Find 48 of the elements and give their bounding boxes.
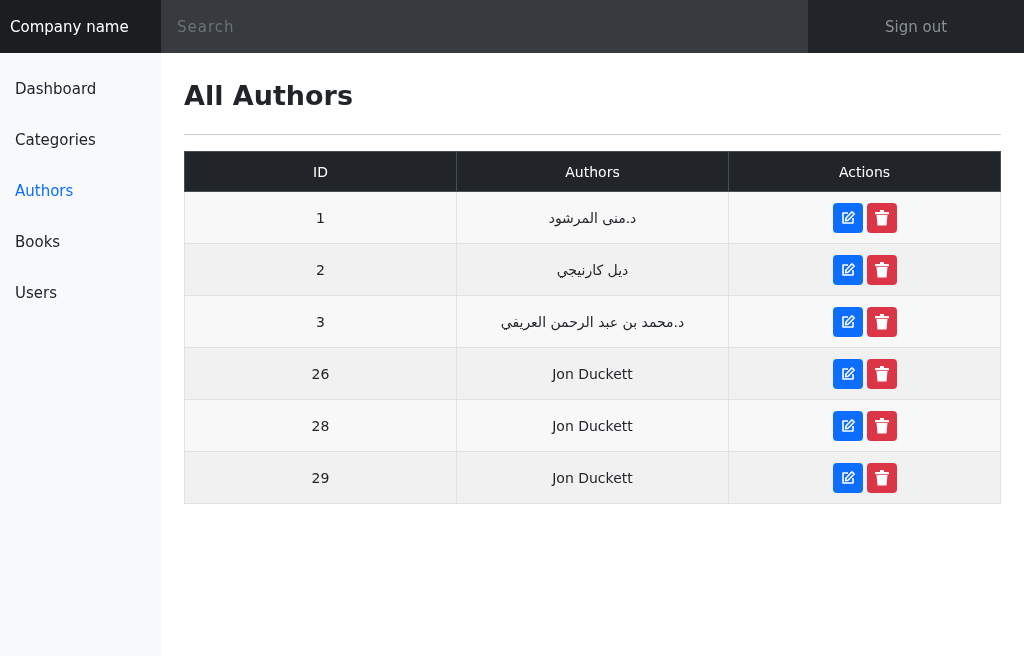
column-header: Authors bbox=[456, 151, 729, 192]
delete-button[interactable] bbox=[866, 410, 897, 441]
edit-icon bbox=[839, 469, 856, 486]
table-cell: د.منى المرشود bbox=[456, 191, 729, 244]
table-cell: ديل كارنيجي bbox=[456, 243, 729, 296]
table-cell: 2 bbox=[184, 243, 457, 296]
column-header: ID bbox=[184, 151, 457, 192]
edit-button[interactable] bbox=[832, 410, 863, 441]
search-field[interactable]: Search bbox=[161, 0, 808, 53]
edit-button[interactable] bbox=[832, 358, 863, 389]
edit-button[interactable] bbox=[832, 462, 863, 493]
table-cell: Jon Duckett bbox=[456, 451, 729, 504]
trash-icon bbox=[874, 209, 889, 226]
table-cell: Jon Duckett bbox=[456, 347, 729, 400]
column-header: Actions bbox=[728, 151, 1001, 192]
table-cell: 26 bbox=[184, 347, 457, 400]
sidebar-item[interactable]: Users bbox=[0, 268, 161, 319]
edit-icon bbox=[839, 261, 856, 278]
brand-name[interactable]: Company name bbox=[0, 0, 161, 53]
sign-out-link[interactable]: Sign out bbox=[884, 17, 948, 36]
table-cell: 28 bbox=[184, 399, 457, 452]
sidebar-item[interactable]: Authors bbox=[0, 166, 161, 217]
trash-icon bbox=[874, 365, 889, 382]
trash-icon bbox=[874, 469, 889, 486]
edit-button[interactable] bbox=[832, 254, 863, 285]
table-cell: 1 bbox=[184, 191, 457, 244]
page-title: All Authors bbox=[184, 79, 354, 113]
edit-button[interactable] bbox=[832, 306, 863, 337]
table-cell: 3 bbox=[184, 295, 457, 348]
table-cell: د.محمد بن عبد الرحمن العريفي bbox=[456, 295, 729, 348]
table-cell: Jon Duckett bbox=[456, 399, 729, 452]
edit-icon bbox=[839, 209, 856, 226]
edit-icon bbox=[839, 313, 856, 330]
sidebar-item[interactable]: Dashboard bbox=[0, 64, 161, 115]
table-cell: 29 bbox=[184, 451, 457, 504]
edit-button[interactable] bbox=[832, 202, 863, 233]
delete-button[interactable] bbox=[866, 202, 897, 233]
delete-button[interactable] bbox=[866, 306, 897, 337]
trash-icon bbox=[874, 261, 889, 278]
trash-icon bbox=[874, 417, 889, 434]
delete-button[interactable] bbox=[866, 254, 897, 285]
edit-icon bbox=[839, 417, 856, 434]
delete-button[interactable] bbox=[866, 462, 897, 493]
sidebar-item[interactable]: Categories bbox=[0, 115, 161, 166]
edit-icon bbox=[839, 365, 856, 382]
delete-button[interactable] bbox=[866, 358, 897, 389]
trash-icon bbox=[874, 313, 889, 330]
sidebar-item[interactable]: Books bbox=[0, 217, 161, 268]
